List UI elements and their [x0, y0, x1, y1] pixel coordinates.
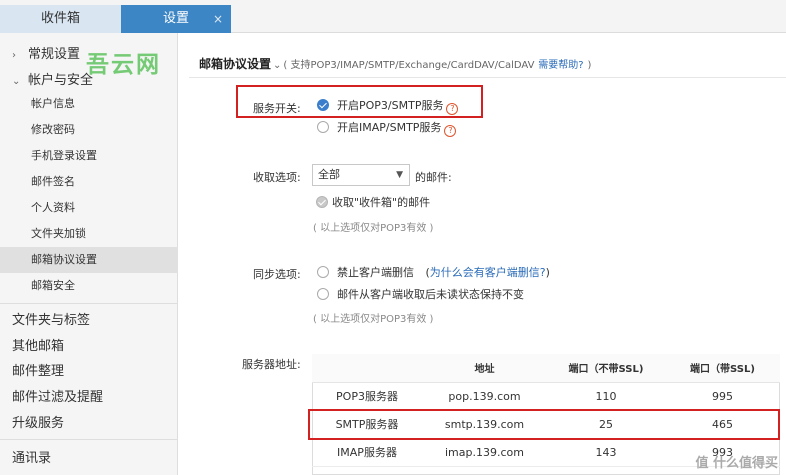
- paren-close: ): [545, 266, 550, 279]
- sidebar-item-account-info[interactable]: 帐户信息: [0, 91, 178, 117]
- caret-down-icon: ▼: [396, 170, 403, 180]
- chevron-right-icon: ›: [12, 50, 16, 61]
- sidebar-group-label: 常规设置: [28, 47, 81, 62]
- sidebar-item-phone-login[interactable]: 手机登录设置: [0, 143, 178, 169]
- sidebar-item-folders-tags[interactable]: 文件夹与标签: [12, 308, 90, 334]
- tab-settings[interactable]: 设置 ×: [121, 5, 231, 33]
- page-title-row: 邮箱协议设置 ⌄( 支持POP3/IMAP/SMTP/Exchange/CardD…: [199, 55, 591, 72]
- imap-smtp-option[interactable]: 开启IMAP/SMTP服务?: [317, 120, 457, 137]
- table-cell: pop.139.com: [422, 382, 547, 411]
- main-content: 邮箱协议设置 ⌄( 支持POP3/IMAP/SMTP/Exchange/CardD…: [179, 33, 786, 475]
- sidebar-item-folder-lock[interactable]: 文件夹加锁: [0, 221, 178, 247]
- page-subtitle: ( 支持POP3/IMAP/SMTP/Exchange/CardDAV/CalD…: [283, 60, 535, 71]
- pop3-only-note: ( 以上选项仅对POP3有效 ): [313, 223, 434, 234]
- sync-label: 同步选项:: [253, 268, 301, 281]
- sidebar-item-mailbox-security[interactable]: 邮箱安全: [0, 273, 178, 299]
- sidebar-item-profile[interactable]: 个人资料: [0, 195, 178, 221]
- imap-smtp-label: 开启IMAP/SMTP服务: [337, 121, 442, 134]
- receive-label: 收取选项:: [253, 171, 301, 184]
- sidebar-item-filter-alerts[interactable]: 邮件过滤及提醒: [12, 385, 103, 411]
- table-header-row: 地址 端口（不带SSL) 端口（带SSL): [312, 354, 780, 383]
- sidebar-group-label: 帐户与安全: [28, 73, 94, 88]
- table-cell: 143: [547, 438, 665, 467]
- highlight-box-smtp: [308, 409, 780, 440]
- radio-unchecked-icon[interactable]: [317, 266, 329, 278]
- sidebar-item-change-password[interactable]: 修改密码: [0, 117, 178, 143]
- table-header: 端口（带SSL): [665, 354, 780, 383]
- sidebar-item-signature[interactable]: 邮件签名: [0, 169, 178, 195]
- close-icon[interactable]: ×: [213, 5, 223, 33]
- sidebar-group-general[interactable]: › 常规设置: [12, 43, 80, 62]
- why-delete-link[interactable]: 为什么会有客户端删信?: [430, 266, 546, 279]
- pop3-only-note: ( 以上选项仅对POP3有效 ): [313, 314, 434, 325]
- chevron-down-icon[interactable]: ⌄: [273, 60, 281, 71]
- sidebar-item-contacts[interactable]: 通讯录: [12, 446, 51, 472]
- sidebar-divider: [0, 439, 178, 440]
- chevron-down-icon: ⌄: [12, 76, 21, 87]
- sync-no-delete-option[interactable]: 禁止客户端删信 (为什么会有客户端删信?): [317, 265, 550, 281]
- sidebar: › 常规设置 吾云网 ⌄ 帐户与安全 帐户信息 修改密码 手机登录设置 邮件签名 个…: [0, 33, 178, 475]
- sync-no-delete-label: 禁止客户端删信: [337, 266, 414, 279]
- corner-watermark: 值 什么值得买: [695, 456, 778, 471]
- subtitle-close: ): [587, 60, 592, 71]
- receive-select[interactable]: 全部 ▼: [312, 164, 410, 186]
- receive-suffix: 的邮件:: [415, 171, 452, 184]
- receive-inbox-option[interactable]: 收取"收件箱"的邮件: [316, 195, 430, 211]
- receive-inbox-label: 收取"收件箱"的邮件: [332, 196, 431, 209]
- tab-bar: 收件箱 设置 ×: [0, 0, 786, 33]
- table-row: POP3服务器 pop.139.com 110 995: [312, 382, 780, 411]
- table-header: 地址: [422, 354, 547, 383]
- sync-keep-unread-option[interactable]: 邮件从客户端收取后未读状态保持不变: [317, 287, 524, 303]
- receive-select-value: 全部: [318, 168, 340, 181]
- table-header: 端口（不带SSL): [547, 354, 665, 383]
- table-cell: IMAP服务器: [312, 438, 422, 467]
- sidebar-group-account-security[interactable]: ⌄ 帐户与安全: [12, 69, 93, 88]
- highlight-box-pop3: [236, 85, 483, 118]
- table-cell: imap.139.com: [422, 438, 547, 467]
- sidebar-divider: [0, 303, 178, 304]
- sidebar-item-mail-organize[interactable]: 邮件整理: [12, 359, 64, 385]
- server-label: 服务器地址:: [242, 358, 301, 371]
- page-title: 邮箱协议设置: [199, 57, 272, 71]
- divider: [189, 77, 786, 78]
- sidebar-item-protocol-settings[interactable]: 邮箱协议设置: [0, 247, 178, 273]
- table-cell: 110: [547, 382, 665, 411]
- sync-keep-unread-label: 邮件从客户端收取后未读状态保持不变: [337, 288, 524, 301]
- table-cell: 995: [665, 382, 780, 411]
- table-header: [312, 354, 422, 383]
- table-cell: POP3服务器: [312, 382, 422, 411]
- watermark-logo: 吾云网: [86, 52, 161, 78]
- sidebar-item-other-mailboxes[interactable]: 其他邮箱: [12, 334, 64, 360]
- checkbox-checked-icon[interactable]: [316, 196, 328, 208]
- help-icon[interactable]: ?: [444, 125, 457, 137]
- radio-unchecked-icon[interactable]: [317, 121, 329, 133]
- help-link[interactable]: 需要帮助?: [538, 60, 583, 71]
- tab-inbox[interactable]: 收件箱: [0, 5, 121, 33]
- sidebar-item-upgrade[interactable]: 升级服务: [12, 411, 64, 437]
- radio-unchecked-icon[interactable]: [317, 288, 329, 300]
